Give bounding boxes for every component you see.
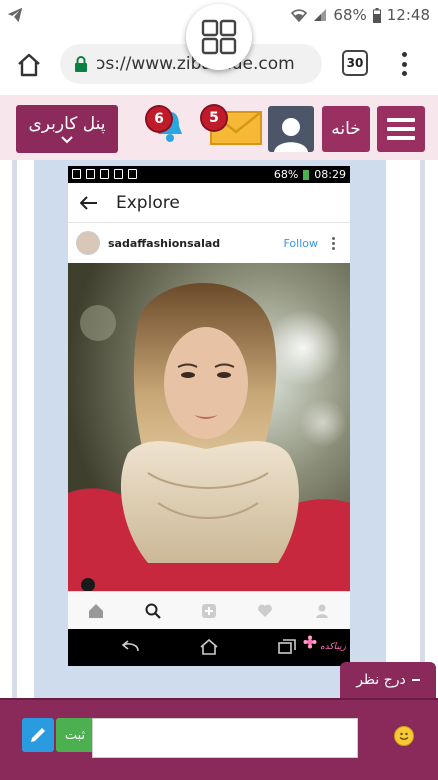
cell-signal-icon <box>314 9 327 21</box>
home-icon <box>18 53 40 77</box>
telegram-notification-icon <box>7 7 23 23</box>
site-home-button[interactable]: خانه <box>322 106 370 152</box>
hamburger-menu-button[interactable] <box>377 106 425 152</box>
nav-recents-icon <box>278 639 296 654</box>
instagram-tab-bar <box>68 591 350 629</box>
author-username: sadaffashionsalad <box>108 236 221 250</box>
clock: 12:48 <box>386 6 430 24</box>
user-silhouette-icon <box>274 118 308 152</box>
ig-home-icon <box>89 603 104 618</box>
browser-home-button[interactable] <box>10 46 48 84</box>
smiley-icon <box>399 732 409 740</box>
embedded-status-icons <box>72 169 137 179</box>
ig-profile-icon <box>315 604 328 618</box>
post-photo <box>68 263 350 591</box>
explore-header: Explore <box>68 183 350 223</box>
embedded-instagram-screenshot: 68% 08:29 Explore sadaffashionsalad Foll… <box>68 166 350 666</box>
battery-percent: 68% <box>333 6 367 24</box>
tab-switcher-button[interactable]: 30 <box>342 50 368 76</box>
android-nav-bar: زیباکده <box>68 629 350 666</box>
user-avatar-button[interactable] <box>268 106 314 152</box>
ig-heart-icon <box>258 604 273 617</box>
grid-launcher-button[interactable] <box>186 4 252 70</box>
portrait-photo-image <box>68 263 350 591</box>
left-sidebar-rail <box>12 160 17 700</box>
add-comment-tab[interactable]: درج نظر <box>340 662 436 698</box>
comment-bar: ثبت <box>0 698 438 780</box>
grid-icon <box>201 19 237 55</box>
author-avatar <box>76 231 100 255</box>
embedded-status-right: 68% 08:29 <box>274 168 346 181</box>
more-options-icon <box>332 236 336 250</box>
flower-icon <box>303 635 317 649</box>
embedded-battery-icon <box>303 169 310 180</box>
nav-back-icon <box>121 640 139 652</box>
wifi-icon <box>291 9 308 22</box>
nav-home-icon <box>200 639 218 655</box>
user-panel-button[interactable]: پنل کاربری <box>16 105 118 153</box>
browser-menu-button[interactable] <box>398 52 410 76</box>
submit-comment-button[interactable]: ثبت <box>56 718 94 752</box>
status-right-group: 68% 12:48 <box>291 6 430 24</box>
add-comment-label: درج نظر <box>356 672 406 688</box>
site-home-label: خانه <box>331 119 361 139</box>
zibakade-watermark-logo: زیباکده <box>303 635 346 652</box>
user-panel-label: پنل کاربری <box>28 114 106 134</box>
follow-link: Follow <box>283 236 318 250</box>
pencil-icon <box>31 728 45 742</box>
battery-icon <box>372 7 381 23</box>
post-author-row: sadaffashionsalad Follow <box>68 223 350 263</box>
embedded-battery: 68% <box>273 168 299 181</box>
explore-title: Explore <box>116 192 180 213</box>
right-sidebar-rail <box>420 160 425 700</box>
collapse-dash-icon <box>411 679 420 681</box>
back-arrow-icon <box>80 195 97 210</box>
embedded-status-bar: 68% 08:29 <box>68 166 350 183</box>
edit-pencil-button[interactable] <box>22 718 54 752</box>
emoji-button[interactable] <box>394 726 414 746</box>
embedded-time: 08:29 <box>314 168 346 181</box>
tab-count: 30 <box>346 56 364 70</box>
ig-search-icon <box>145 603 161 619</box>
notifications-badge: 6 <box>147 107 171 131</box>
ig-add-icon <box>201 603 216 618</box>
chevron-down-icon <box>61 136 73 144</box>
lock-icon <box>75 56 87 72</box>
comment-input[interactable] <box>92 718 358 758</box>
messages-badge: 5 <box>202 106 226 130</box>
